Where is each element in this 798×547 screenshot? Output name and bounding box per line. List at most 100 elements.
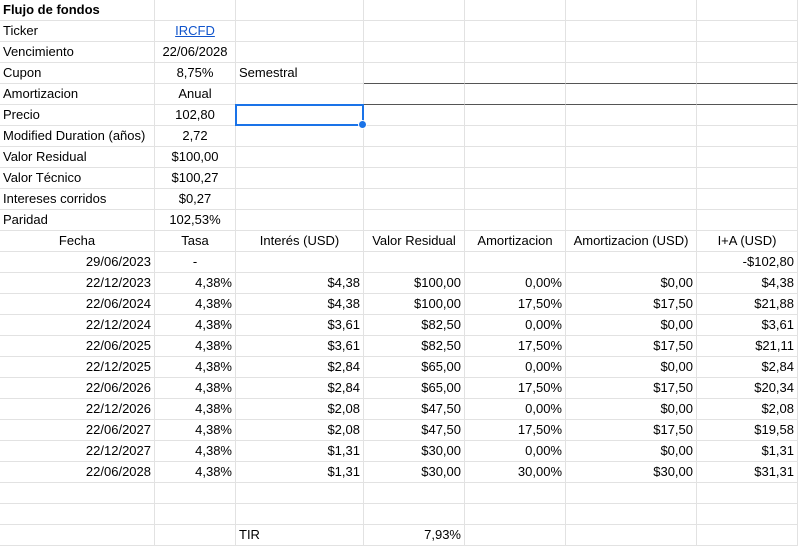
cell-col-5[interactable] (566, 525, 697, 546)
table-cell[interactable]: 4,38% (155, 273, 236, 294)
info-label[interactable]: Ticker (0, 21, 155, 42)
cell-col-6[interactable] (697, 84, 798, 105)
cell-col-3[interactable] (364, 189, 465, 210)
info-value[interactable]: 2,72 (155, 126, 236, 147)
cell-col-5[interactable] (566, 21, 697, 42)
table-cell[interactable]: 22/06/2028 (0, 462, 155, 483)
sheet-title[interactable]: Flujo de fondos (0, 0, 155, 21)
cell-col-1[interactable] (155, 525, 236, 546)
table-cell[interactable]: 29/06/2023 (0, 252, 155, 273)
table-cell[interactable]: $2,84 (697, 357, 798, 378)
info-extra[interactable] (236, 147, 364, 168)
cell-col-6[interactable] (697, 21, 798, 42)
info-extra[interactable] (236, 126, 364, 147)
cell-col-6[interactable] (697, 168, 798, 189)
spreadsheet-grid[interactable]: Flujo de fondos Ticker IRCFD Vencimiento 22/… (0, 0, 798, 547)
table-cell[interactable]: $17,50 (566, 294, 697, 315)
cell-col-4[interactable] (465, 483, 566, 504)
table-cell[interactable]: $65,00 (364, 378, 465, 399)
cell-col-4[interactable] (465, 168, 566, 189)
info-value[interactable]: $100,00 (155, 147, 236, 168)
cell-col-6[interactable] (697, 210, 798, 231)
table-cell[interactable]: $21,88 (697, 294, 798, 315)
table-cell[interactable]: $3,61 (236, 336, 364, 357)
info-label[interactable]: Modified Duration (años) (0, 126, 155, 147)
cell-col-4[interactable] (465, 105, 566, 126)
cell-col-4[interactable] (465, 504, 566, 525)
table-cell[interactable]: $100,00 (364, 294, 465, 315)
table-cell[interactable]: $30,00 (566, 462, 697, 483)
table-cell[interactable]: $100,00 (364, 273, 465, 294)
cell-col-4[interactable] (465, 42, 566, 63)
table-cell[interactable]: 22/06/2026 (0, 378, 155, 399)
info-extra[interactable] (236, 21, 364, 42)
table-cell[interactable]: $0,00 (566, 273, 697, 294)
cell-col-5[interactable] (566, 63, 697, 84)
table-cell[interactable]: 4,38% (155, 294, 236, 315)
cell-col-6[interactable] (697, 0, 798, 21)
cell-col-5[interactable] (566, 210, 697, 231)
cell-col-3[interactable] (364, 0, 465, 21)
cell-col-0[interactable] (0, 483, 155, 504)
column-header[interactable]: Interés (USD) (236, 231, 364, 252)
table-cell[interactable]: $0,00 (566, 315, 697, 336)
table-cell[interactable]: 4,38% (155, 462, 236, 483)
column-header[interactable]: Fecha (0, 231, 155, 252)
cell-col-6[interactable] (697, 189, 798, 210)
info-label[interactable]: Amortizacion (0, 84, 155, 105)
cell-col-5[interactable] (566, 126, 697, 147)
tir-label[interactable]: TIR (236, 525, 364, 546)
table-cell[interactable]: $30,00 (364, 462, 465, 483)
cell-col-0[interactable] (0, 525, 155, 546)
cell-col-6[interactable] (697, 147, 798, 168)
column-header[interactable]: Valor Residual (364, 231, 465, 252)
table-cell[interactable]: 22/12/2026 (0, 399, 155, 420)
info-value[interactable]: 102,53% (155, 210, 236, 231)
ticker-link[interactable]: IRCFD (155, 21, 236, 42)
table-cell[interactable]: 22/12/2023 (0, 273, 155, 294)
info-extra[interactable] (236, 42, 364, 63)
table-cell[interactable]: $0,00 (566, 357, 697, 378)
table-cell[interactable]: $17,50 (566, 336, 697, 357)
info-value[interactable]: $100,27 (155, 168, 236, 189)
table-cell[interactable]: $82,50 (364, 315, 465, 336)
cell-col-5[interactable] (566, 84, 697, 105)
table-cell[interactable]: $4,38 (236, 294, 364, 315)
table-cell[interactable]: 4,38% (155, 357, 236, 378)
table-cell[interactable]: $30,00 (364, 441, 465, 462)
cell-col-6[interactable] (697, 504, 798, 525)
cell-col-2[interactable] (236, 0, 364, 21)
table-cell[interactable]: -$102,80 (697, 252, 798, 273)
table-cell[interactable]: 4,38% (155, 315, 236, 336)
cell-col-4[interactable] (465, 525, 566, 546)
info-label[interactable]: Intereses corridos (0, 189, 155, 210)
table-cell[interactable] (465, 252, 566, 273)
cell-col-4[interactable] (465, 0, 566, 21)
table-cell[interactable]: $19,58 (697, 420, 798, 441)
info-value[interactable]: 22/06/2028 (155, 42, 236, 63)
cell-col-6[interactable] (697, 105, 798, 126)
cell-col-5[interactable] (566, 105, 697, 126)
table-cell[interactable]: 17,50% (465, 294, 566, 315)
column-header[interactable]: Amortizacion (465, 231, 566, 252)
info-value[interactable]: Anual (155, 84, 236, 105)
table-cell[interactable]: $17,50 (566, 378, 697, 399)
cell-col-4[interactable] (465, 210, 566, 231)
cell-col-6[interactable] (697, 63, 798, 84)
info-extra[interactable]: Semestral (236, 63, 364, 84)
table-cell[interactable]: $82,50 (364, 336, 465, 357)
table-cell[interactable]: 22/12/2025 (0, 357, 155, 378)
info-value[interactable]: 8,75% (155, 63, 236, 84)
table-cell[interactable]: $1,31 (697, 441, 798, 462)
table-cell[interactable]: 4,38% (155, 441, 236, 462)
table-cell[interactable]: 22/06/2024 (0, 294, 155, 315)
table-cell[interactable]: $3,61 (236, 315, 364, 336)
table-cell[interactable]: $0,00 (566, 441, 697, 462)
table-cell[interactable]: 0,00% (465, 399, 566, 420)
table-cell[interactable] (236, 252, 364, 273)
cell-col-1[interactable] (155, 504, 236, 525)
cell-col-5[interactable] (566, 504, 697, 525)
cell-col-4[interactable] (465, 84, 566, 105)
table-cell[interactable]: 22/06/2025 (0, 336, 155, 357)
cell-col-2[interactable] (236, 504, 364, 525)
